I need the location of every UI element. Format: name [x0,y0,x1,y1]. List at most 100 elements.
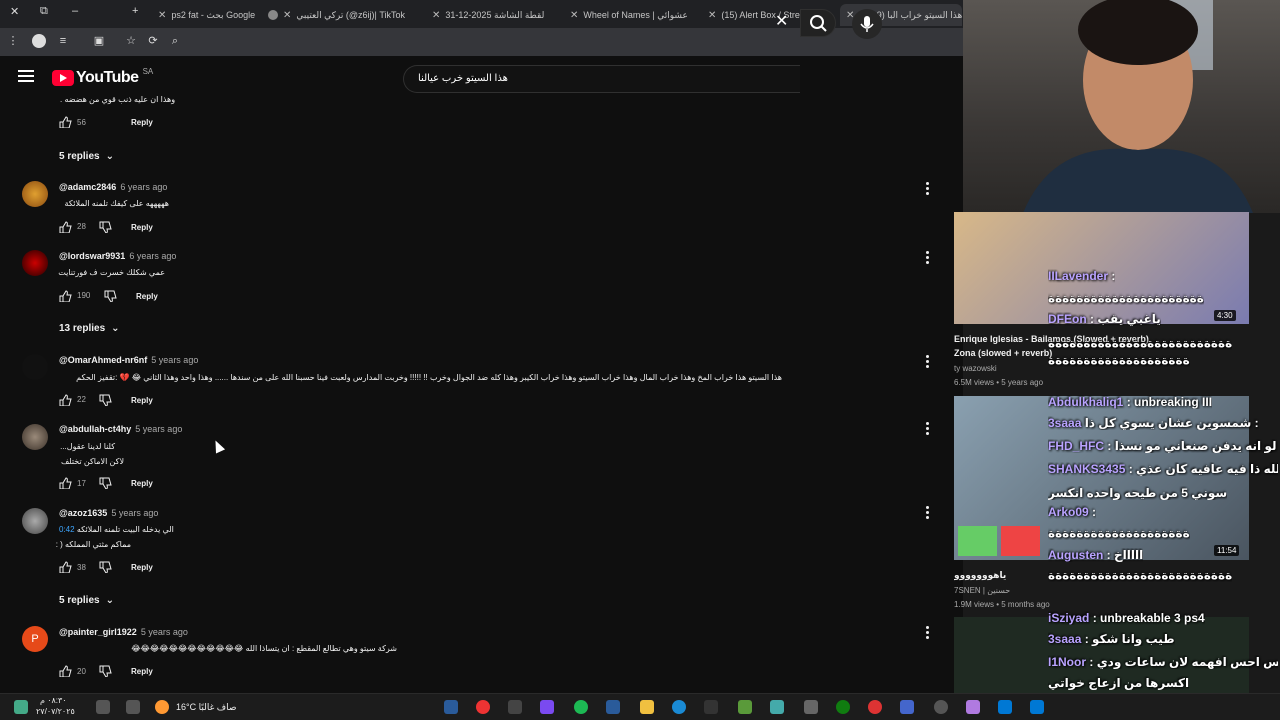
comment-author[interactable]: @lordswar9931 6 years ago [59,251,176,261]
windows-start-icon[interactable] [1030,700,1044,714]
webcam-feed [963,0,1280,213]
comment-text: هذا السيتو هذا خراب المخ وهذا خراب المال… [76,373,782,382]
dislike-icon[interactable] [103,290,117,302]
comment-author[interactable]: @abdullah-ct4hy 5 years ago [59,424,182,434]
replies-toggle[interactable]: 5 replies ⌄ [59,595,114,606]
avatar[interactable] [22,250,48,276]
youtube-logo[interactable]: YouTube SA [52,67,153,87]
tab-screenshot[interactable]: ✕ لقطة الشاشة 2025-12-31 [432,4,560,26]
like-icon[interactable] [58,561,72,573]
voice-search-button[interactable] [852,9,882,39]
video-thumbnail[interactable] [954,212,1249,324]
app-icon[interactable] [770,700,784,714]
reply-button[interactable]: Reply [131,118,153,127]
like-icon[interactable] [58,665,72,677]
close-tab-icon[interactable]: ✕ [708,10,716,21]
comment-author[interactable]: @adamc2846 6 years ago [59,182,167,192]
comment-author[interactable]: @OmarAhmed-nr6nf 5 years ago [59,355,198,365]
chat-username: 3saaa [1048,416,1085,430]
steam-icon-2[interactable] [606,700,620,714]
avatar[interactable] [22,508,48,534]
video-channel[interactable]: 7SNEN | حسنين [954,586,1010,595]
comment-author[interactable]: @painter_girl1922 5 years ago [59,627,188,637]
chevron-up-icon[interactable] [126,700,140,714]
network-icon[interactable] [96,700,110,714]
comment-more-icon[interactable] [926,355,930,369]
like-icon[interactable] [58,477,72,489]
app-icon[interactable] [868,700,882,714]
comment-more-icon[interactable] [926,626,930,640]
close-tab-icon[interactable]: ✕ [570,10,578,21]
replies-toggle[interactable]: 13 replies ⌄ [59,323,120,334]
edge-icon[interactable] [672,700,686,714]
timestamp-link[interactable]: 0:42 [59,525,75,534]
reply-button[interactable]: Reply [131,223,153,232]
reply-button[interactable]: Reply [131,396,153,405]
close-window-icon[interactable]: ✕ [10,5,19,18]
page-action-icon[interactable]: ⟳ [146,34,160,48]
like-icon[interactable] [58,290,72,302]
comment-more-icon[interactable] [926,251,930,265]
comment-text-line2: مماكم مثتي المملكه ( : [55,540,131,549]
new-tab-icon[interactable]: + [132,5,138,17]
clear-search-icon[interactable]: ✕ [775,14,788,30]
like-icon[interactable] [58,394,72,406]
hamburger-menu-icon[interactable] [18,70,34,82]
avatar[interactable] [22,181,48,207]
steam-icon[interactable] [444,700,458,714]
dislike-icon[interactable] [98,561,112,573]
video-channel[interactable]: ty wazowski [954,364,997,373]
chrome-icon[interactable] [476,700,490,714]
close-tab-icon[interactable]: ✕ [158,10,166,21]
minecraft-icon[interactable] [738,700,752,714]
tab-wheel-of-names[interactable]: ✕ Wheel of Names | عشوائي [570,4,700,26]
comment-more-icon[interactable] [926,506,930,520]
avatar[interactable]: P [22,626,48,652]
reply-button[interactable]: Reply [136,292,158,301]
tab-tiktok[interactable]: ✕ تركي العتيبي (@z6ij)| TikTok [268,4,428,26]
video-title[interactable]: ياهووووووو [954,570,1006,581]
dislike-icon[interactable] [98,394,112,406]
reading-list-icon[interactable]: ≡ [56,34,70,48]
zoom-icon[interactable]: ⌕ [168,34,182,48]
profile-avatar-icon[interactable] [32,34,46,48]
minimize-icon[interactable]: – [72,5,78,17]
comment-author[interactable]: @azoz1635 5 years ago [59,508,158,518]
app-icon[interactable] [900,700,914,714]
twitch-icon[interactable] [540,700,554,714]
restore-icon[interactable]: ⧉ [40,5,48,18]
avatar[interactable] [22,354,48,380]
store-icon[interactable] [804,700,818,714]
comment-more-icon[interactable] [926,182,930,196]
dislike-icon[interactable] [98,665,112,677]
settings-icon[interactable] [934,700,948,714]
reply-button[interactable]: Reply [131,563,153,572]
tab-google[interactable]: ✕ ps2 fat - بحث Google [158,4,264,26]
like-icon[interactable] [58,221,72,233]
bookmark-star-icon[interactable]: ☆ [124,34,138,48]
dislike-icon[interactable] [98,221,112,233]
spotify-icon[interactable] [574,700,588,714]
file-explorer-icon[interactable] [640,700,654,714]
search-input[interactable]: هذا السيتو خرب عيالنا [403,65,800,93]
avatar[interactable] [22,424,48,450]
like-icon[interactable] [58,116,72,128]
more-menu-icon[interactable]: ⋮ [6,34,20,48]
notification-icon[interactable] [14,700,28,714]
reply-button[interactable]: Reply [131,667,153,676]
weather-icon[interactable] [155,700,169,714]
xbox-icon[interactable] [836,700,850,714]
chat-username: FHD_HFC [1048,439,1108,453]
search-button[interactable] [800,9,836,37]
app-icon[interactable] [998,700,1012,714]
close-tab-icon[interactable]: ✕ [432,10,440,21]
app-icon[interactable] [704,700,718,714]
extensions-icon[interactable]: ▣ [92,34,106,48]
close-tab-icon[interactable]: ✕ [283,10,291,21]
reply-button[interactable]: Reply [131,479,153,488]
dislike-icon[interactable] [98,477,112,489]
obs-icon[interactable] [508,700,522,714]
replies-toggle[interactable]: 5 replies ⌄ [59,151,114,162]
comment-more-icon[interactable] [926,422,930,436]
copilot-icon[interactable] [966,700,980,714]
